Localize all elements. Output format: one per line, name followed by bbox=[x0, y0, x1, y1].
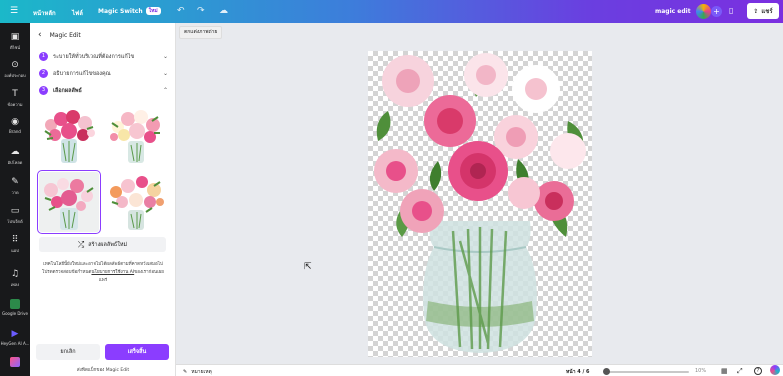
apps-icon: ⠿ bbox=[11, 235, 19, 245]
result-thumbnail-1[interactable] bbox=[39, 105, 99, 165]
brand-icon: ◉ bbox=[11, 117, 19, 127]
design-icon: ▣ bbox=[10, 32, 20, 42]
magic-edit-panel: ‹ Magic Edit 1 ระบายให้ทั่วบริเวณที่ต้อง… bbox=[30, 23, 176, 376]
rail-label: วาด bbox=[11, 190, 19, 195]
rail-item-draw[interactable]: ✎ วาด bbox=[0, 177, 30, 196]
help-icon[interactable]: ? bbox=[754, 367, 762, 375]
folder-icon: ▭ bbox=[10, 206, 20, 216]
rail-item-elements[interactable]: ⊙ องค์ประกอบ bbox=[0, 60, 30, 79]
step-number: 1 bbox=[39, 52, 48, 61]
result-thumbnail-4[interactable] bbox=[106, 172, 166, 232]
rail-label: ดีไซน์ bbox=[9, 45, 21, 50]
notes-icon: ✎ bbox=[183, 369, 188, 375]
rail-label: HeyGen AI A... bbox=[0, 341, 30, 346]
magic-switch-button[interactable]: Magic Switch ใหม่ bbox=[98, 7, 161, 15]
design-title[interactable]: magic edit bbox=[655, 8, 691, 15]
ai-policy-link[interactable]: นโยบายการใช้งาน AI bbox=[91, 270, 134, 275]
step-label: อธิบายการแก้ไขของคุณ bbox=[53, 70, 111, 77]
top-bar: ☰ หน้าหลัก ไฟล์ Magic Switch ใหม่ ↶ ↷ ☁ … bbox=[0, 0, 783, 23]
zoom-level[interactable]: 10% bbox=[695, 368, 706, 374]
regenerate-button[interactable]: ⤮ สร้างผลลัพธ์ใหม่ bbox=[39, 237, 166, 252]
result-thumbnail-3-selected[interactable] bbox=[37, 170, 101, 234]
notes-button[interactable]: ✎ หมายเหตุ bbox=[183, 368, 212, 376]
cancel-button[interactable]: ยกเลิก bbox=[36, 344, 100, 360]
rail-item-apps[interactable]: ⠿ แอป bbox=[0, 235, 30, 254]
chevron-up-icon: ⌃ bbox=[162, 87, 168, 94]
rail-label: อัปโหลด bbox=[7, 160, 23, 165]
add-collaborator-icon[interactable]: + bbox=[711, 6, 722, 17]
home-link[interactable]: หน้าหลัก bbox=[33, 8, 56, 18]
disclaimer-text: เทคโนโลยีนี้ยังใหม่และอาจไม่ได้ผลลัพธ์ตา… bbox=[41, 261, 165, 285]
mouse-cursor-icon: ⇱ bbox=[304, 262, 312, 272]
back-icon[interactable]: ‹ bbox=[38, 30, 42, 40]
step-describe-edit[interactable]: 2 อธิบายการแก้ไขของคุณ ⌄ bbox=[39, 69, 170, 78]
panel-title: Magic Edit bbox=[49, 31, 81, 39]
zoom-slider-handle[interactable] bbox=[603, 368, 610, 375]
elements-icon: ⊙ bbox=[11, 60, 19, 70]
assistant-icon[interactable] bbox=[770, 365, 780, 375]
google-drive-icon bbox=[10, 299, 20, 309]
rail-item-heygen[interactable]: ▶ HeyGen AI A... bbox=[0, 329, 30, 346]
magic-switch-label: Magic Switch bbox=[98, 7, 143, 15]
rail-item-design[interactable]: ▣ ดีไซน์ bbox=[0, 32, 30, 51]
chevron-down-icon: ⌄ bbox=[162, 70, 168, 77]
zoom-slider[interactable] bbox=[604, 371, 689, 373]
rail-item-music[interactable]: ♫ เพลง bbox=[0, 269, 30, 288]
page-indicator[interactable]: หน้า 4 / 6 bbox=[566, 368, 590, 376]
share-label: แชร์ bbox=[761, 8, 773, 15]
undo-icon[interactable]: ↶ bbox=[177, 6, 185, 16]
fullscreen-icon[interactable]: ⤢ bbox=[737, 367, 743, 375]
shuffle-icon: ⤮ bbox=[77, 239, 85, 249]
step-choose-result[interactable]: 3 เลือกผลลัพธ์ ⌃ bbox=[39, 86, 170, 95]
redo-icon[interactable]: ↷ bbox=[197, 6, 205, 16]
rail-item-brand[interactable]: ◉ Brand bbox=[0, 117, 30, 134]
rail-item-app[interactable] bbox=[0, 357, 30, 369]
notes-label: หมายเหตุ bbox=[191, 369, 212, 375]
text-icon: T bbox=[12, 89, 18, 99]
rail-label: โปรเจ็กต์ bbox=[7, 219, 23, 224]
regenerate-label: สร้างผลลัพธ์ใหม่ bbox=[88, 241, 128, 248]
done-button[interactable]: เสร็จสิ้น bbox=[105, 344, 169, 360]
step-label: เลือกผลลัพธ์ bbox=[53, 87, 82, 94]
left-rail: ▣ ดีไซน์ ⊙ องค์ประกอบ T ข้อความ ◉ Brand ☁ อัป… bbox=[0, 23, 30, 376]
rail-label: ข้อความ bbox=[7, 102, 23, 107]
heygen-icon: ▶ bbox=[11, 329, 19, 339]
insights-icon[interactable]: ▯ bbox=[729, 6, 733, 15]
feedback-link[interactable]: ส่งฟีดแบ็กของ Magic Edit bbox=[30, 366, 176, 373]
rail-label: Brand bbox=[9, 129, 21, 134]
share-icon: ⇪ bbox=[753, 7, 759, 15]
upload-icon: ☁ bbox=[10, 147, 20, 157]
rail-item-text[interactable]: T ข้อความ bbox=[0, 89, 30, 108]
rail-item-google-drive[interactable]: Google Drive bbox=[0, 299, 30, 316]
step-number: 2 bbox=[39, 69, 48, 78]
cloud-save-icon[interactable]: ☁ bbox=[219, 6, 228, 16]
result-thumbnail-2[interactable] bbox=[106, 105, 166, 165]
rail-label: เพลง bbox=[10, 282, 20, 287]
rail-label: แอป bbox=[11, 248, 19, 253]
panel-header: ‹ Magic Edit bbox=[38, 30, 81, 40]
step-number: 3 bbox=[39, 86, 48, 95]
rose-bouquet-image bbox=[374, 53, 586, 353]
rail-label: Google Drive bbox=[1, 311, 29, 316]
music-icon: ♫ bbox=[10, 269, 20, 279]
step-brush-area[interactable]: 1 ระบายให้ทั่วบริเวณที่ต้องการแก้ไข ⌄ bbox=[39, 52, 170, 61]
share-button[interactable]: ⇪ แชร์ bbox=[747, 3, 779, 19]
draw-icon: ✎ bbox=[11, 177, 19, 187]
bottom-bar: ✎ หมายเหตุ หน้า 4 / 6 10% ▦ ⤢ ? bbox=[176, 364, 783, 376]
file-menu[interactable]: ไฟล์ bbox=[72, 8, 83, 18]
chevron-down-icon: ⌄ bbox=[162, 53, 168, 60]
app-icon bbox=[10, 357, 20, 367]
menu-icon[interactable]: ☰ bbox=[10, 6, 18, 16]
design-canvas[interactable] bbox=[368, 51, 592, 357]
rail-label: องค์ประกอบ bbox=[4, 73, 26, 78]
rail-item-projects[interactable]: ▭ โปรเจ็กต์ bbox=[0, 206, 30, 225]
new-badge: ใหม่ bbox=[145, 7, 161, 15]
rail-item-uploads[interactable]: ☁ อัปโหลด bbox=[0, 147, 30, 166]
photo-edit-button[interactable]: ตกแต่งภาพถ่าย bbox=[179, 26, 223, 39]
grid-view-icon[interactable]: ▦ bbox=[721, 367, 728, 375]
avatar[interactable] bbox=[696, 4, 711, 19]
step-label: ระบายให้ทั่วบริเวณที่ต้องการแก้ไข bbox=[53, 53, 135, 60]
